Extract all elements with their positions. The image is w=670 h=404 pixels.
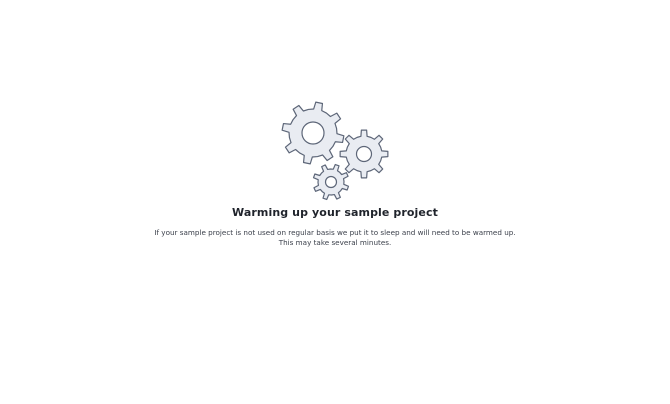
description-line-2: This may take several minutes. xyxy=(278,238,392,247)
loading-screen: Warming up your sample project If your s… xyxy=(0,0,670,404)
gears-illustration xyxy=(281,101,389,201)
page-title: Warming up your sample project xyxy=(232,206,438,219)
description-line-1: If your sample project is not used on re… xyxy=(154,228,516,237)
large-gear-icon xyxy=(281,101,345,165)
medium-gear-icon xyxy=(339,129,389,179)
small-gear-icon xyxy=(312,163,350,201)
loading-description: If your sample project is not used on re… xyxy=(0,228,670,248)
gears-icon xyxy=(276,98,394,202)
